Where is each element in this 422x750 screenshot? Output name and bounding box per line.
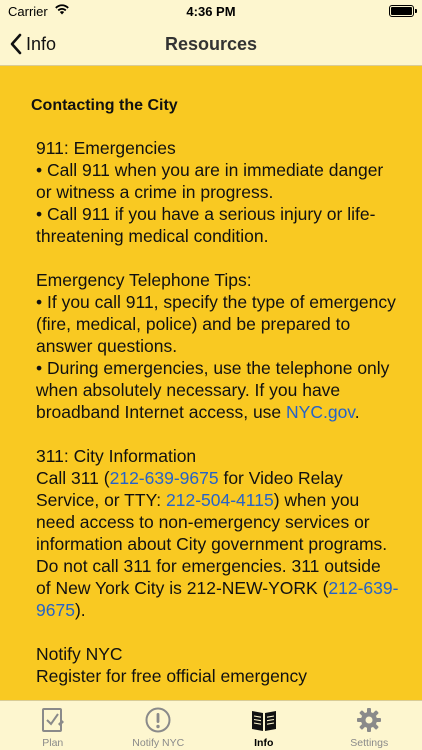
tab-plan-label: Plan: [42, 737, 64, 749]
open-book-icon: [250, 705, 278, 735]
tab-settings-label: Settings: [350, 737, 389, 749]
city-info-body: Call 311 (212-639-9675 for Video Relay S…: [36, 467, 400, 621]
emergencies-item-2: • Call 911 if you have a serious injury …: [36, 204, 376, 246]
tty-phone-link[interactable]: 212-504-4115: [166, 490, 274, 510]
page-title: Resources: [164, 34, 258, 54]
city-info-text-1: Call 311 (: [36, 468, 110, 488]
notify-section: Notify NYC Register for free official em…: [31, 643, 400, 687]
city-info-text-4: ).: [74, 600, 86, 620]
city-info-section: 311: City Information Call 311 (212-639-…: [31, 445, 400, 621]
tab-notify-nyc-label: Notify NYC: [132, 737, 185, 749]
emergencies-section: 911: Emergencies • Call 911 when you are…: [31, 137, 400, 247]
video-relay-phone-link[interactable]: 212-639-9675: [110, 468, 219, 488]
tab-notify-nyc[interactable]: Notify NYC: [106, 701, 212, 750]
navigation-bar: Info Resources: [0, 22, 422, 66]
tab-plan[interactable]: Plan: [0, 701, 106, 750]
nyc-gov-link[interactable]: NYC.gov: [286, 402, 355, 422]
city-info-title: 311: City Information: [36, 446, 197, 466]
clock: 4:36 PM: [186, 4, 236, 19]
section-heading: Contacting the City: [31, 97, 178, 114]
tips-item-1: • If you call 911, specify the type of e…: [36, 292, 396, 356]
notify-text: Register for free official emergency: [36, 666, 308, 686]
tab-bar: Plan Notify NYC Info Settings: [0, 700, 422, 750]
emergencies-title: 911: Emergencies: [36, 138, 176, 158]
tips-item-2-end: .: [354, 402, 360, 422]
notify-title: Notify NYC: [36, 644, 123, 664]
emergencies-item-1: • Call 911 when you are in immediate dan…: [36, 160, 384, 202]
tab-settings[interactable]: Settings: [317, 701, 422, 750]
checklist-icon: [40, 705, 66, 735]
tips-title: Emergency Telephone Tips:: [36, 270, 252, 290]
battery-icon: [389, 5, 417, 17]
tab-info[interactable]: Info: [211, 701, 317, 750]
gear-icon: [355, 705, 383, 735]
resources-content[interactable]: Contacting the City 911: Emergencies • C…: [0, 67, 422, 700]
exclamation-circle-icon: [144, 705, 172, 735]
tab-info-label: Info: [254, 737, 274, 749]
tips-section: Emergency Telephone Tips: • If you call …: [31, 269, 400, 423]
status-bar: Carrier 4:36 PM: [0, 0, 422, 22]
tips-item-2: • During emergencies, use the telephone …: [36, 357, 400, 423]
